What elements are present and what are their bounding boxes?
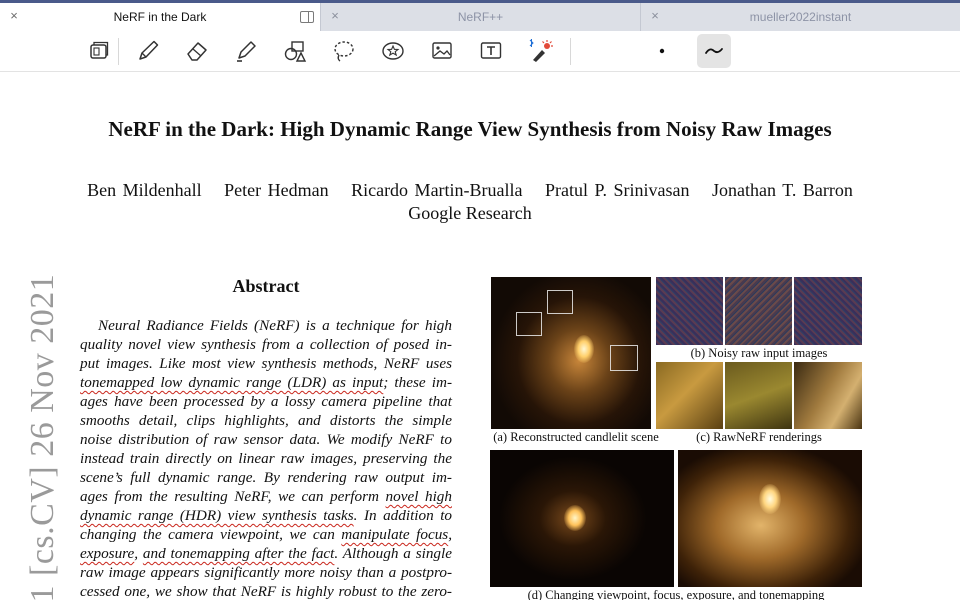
figure-image-rawnerf-render: [725, 362, 792, 429]
highlighter-tool[interactable]: [231, 36, 261, 66]
figure-image-noisy-raw: [725, 277, 792, 345]
close-icon[interactable]: ×: [8, 9, 20, 22]
tab-label: mueller2022instant: [749, 10, 852, 24]
sticker-tool[interactable]: [378, 36, 408, 66]
annotation-toolbar: [0, 31, 960, 72]
image-icon: [432, 42, 452, 59]
figure-caption-c: (c) RawNeRF renderings: [696, 430, 822, 444]
split-view-icon[interactable]: [300, 11, 314, 23]
figure-caption-a: (a) Reconstructed candlelit scene: [493, 430, 659, 444]
teaser-figure: (b) Noisy raw input images (a) Reconstru…: [0, 72, 960, 600]
stroke-style-button[interactable]: [697, 34, 731, 68]
dot-size-icon: [659, 48, 665, 54]
tab-label: NeRF in the Dark: [113, 10, 207, 24]
lasso-tool[interactable]: [329, 36, 359, 66]
shapes-tool[interactable]: [280, 36, 310, 66]
pen-icon: [139, 40, 159, 60]
image-tool[interactable]: [427, 36, 457, 66]
text-box-icon: [480, 42, 502, 59]
stroke-style-icon: [705, 48, 723, 54]
close-icon[interactable]: ×: [329, 9, 341, 22]
lasso-icon: [334, 41, 354, 62]
crop-box: [547, 290, 573, 314]
eraser-icon: [187, 42, 207, 61]
tab-label: NeRF++: [457, 10, 504, 24]
figure-caption-b: (b) Noisy raw input images: [690, 346, 828, 360]
page-layout-button[interactable]: [84, 36, 114, 66]
tab-nerf-plus-plus[interactable]: × NeRF++: [320, 3, 640, 31]
highlighter-icon: [237, 41, 256, 62]
laser-pointer-icon: [529, 39, 553, 62]
tab-bar: × NeRF in the Dark × NeRF++ × mueller202…: [0, 0, 960, 31]
sticker-icon: [382, 42, 404, 60]
figure-image-noisy-raw: [656, 277, 723, 345]
toolbar-divider: [570, 38, 571, 65]
eraser-tool[interactable]: [182, 36, 212, 66]
figure-image-rawnerf-render: [794, 362, 862, 429]
tab-nerf-in-the-dark[interactable]: × NeRF in the Dark: [0, 3, 320, 31]
page-layout-icon: [90, 41, 109, 59]
pen-tool[interactable]: [133, 36, 163, 66]
figure-image-noisy-raw: [794, 277, 862, 345]
figure-image-dark-view: [490, 450, 674, 587]
dot-size-button[interactable]: [647, 36, 677, 66]
shapes-icon: [284, 41, 307, 62]
laser-pointer-tool[interactable]: [525, 36, 555, 66]
tab-mueller2022instant[interactable]: × mueller2022instant: [640, 3, 960, 31]
crop-box: [610, 345, 638, 371]
pdf-page: NeRF in the Dark: High Dynamic Range Vie…: [0, 72, 960, 600]
figure-image-rawnerf-render: [656, 362, 723, 429]
text-box-tool[interactable]: [476, 36, 506, 66]
figure-image-candlelit-scene: [491, 277, 651, 429]
toolbar-divider: [118, 38, 119, 65]
close-icon[interactable]: ×: [649, 9, 661, 22]
figure-image-bright-view: [678, 450, 862, 587]
crop-box: [516, 312, 542, 336]
figure-caption-d: (d) Changing viewpoint, focus, exposure,…: [527, 588, 825, 600]
